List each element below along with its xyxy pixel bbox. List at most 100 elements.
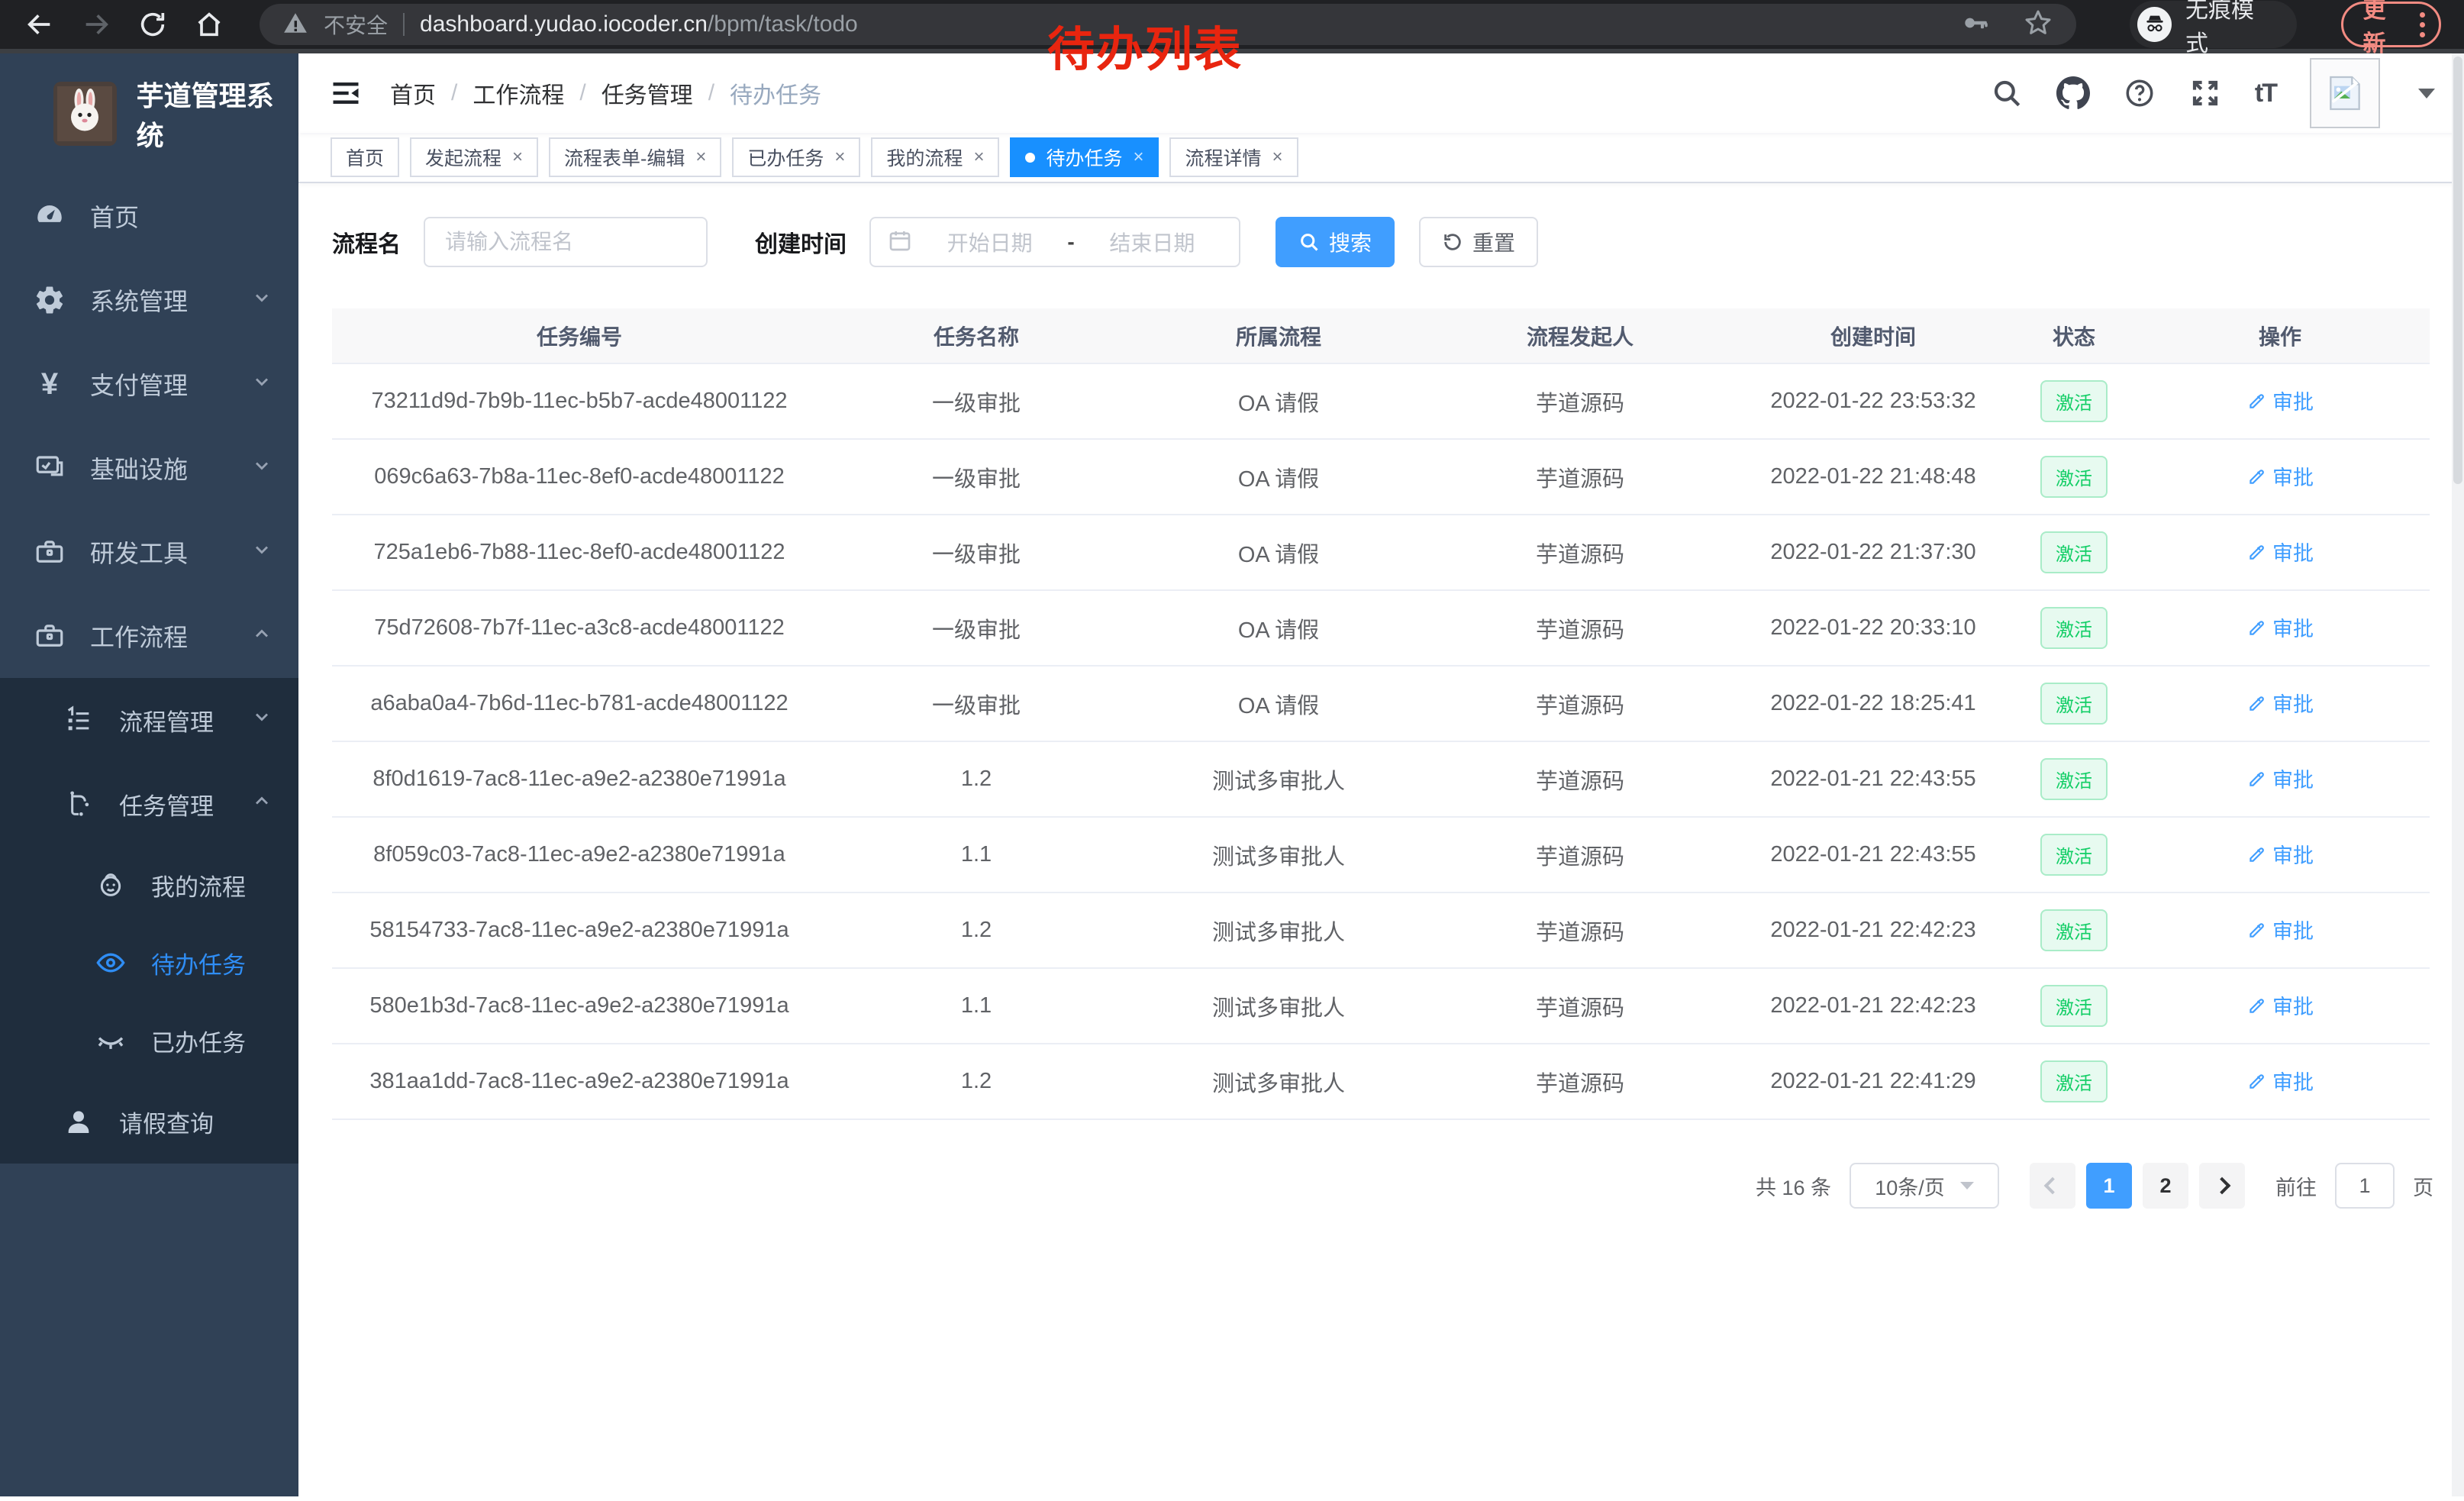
scrollbar[interactable]	[2452, 53, 2464, 1496]
tab-form-edit[interactable]: 流程表单-编辑×	[549, 137, 721, 177]
chevron-up-icon	[251, 790, 273, 818]
page-button-1[interactable]: 1	[2086, 1163, 2132, 1209]
tab-todo-tasks[interactable]: 待办任务×	[1010, 137, 1159, 177]
tab-start-process[interactable]: 发起流程×	[410, 137, 538, 177]
cell-status: 激活	[2017, 1044, 2130, 1119]
security-label[interactable]: 不安全	[324, 9, 388, 40]
github-icon[interactable]	[2056, 76, 2090, 110]
saved-password-key-icon[interactable]	[1960, 8, 1989, 41]
avatar-caret-icon[interactable]	[2418, 89, 2435, 98]
approve-link[interactable]: 审批	[2246, 763, 2314, 793]
breadcrumb-task-mgmt[interactable]: 任务管理	[601, 76, 693, 110]
approve-link[interactable]: 审批	[2246, 1066, 2314, 1096]
sidebar-item-home[interactable]: 首页	[0, 174, 298, 258]
cell-id: 58154733-7ac8-11ec-a9e2-a2380e71991a	[332, 893, 827, 968]
close-icon[interactable]: ×	[1272, 147, 1283, 168]
close-icon[interactable]: ×	[512, 147, 523, 168]
bookmark-star-icon[interactable]	[2023, 8, 2053, 42]
sidebar-item-my-process[interactable]: 我的流程	[0, 846, 298, 924]
url-text[interactable]: dashboard.yudao.iocoder.cn/bpm/task/todo	[420, 11, 858, 37]
sidebar-item-task-mgmt[interactable]: 任务管理	[0, 762, 298, 846]
sidebar-item-process-mgmt[interactable]: 流程管理	[0, 678, 298, 762]
page-button-2[interactable]: 2	[2143, 1163, 2188, 1209]
browser-menu-icon[interactable]	[2420, 12, 2425, 37]
search-button[interactable]: 搜索	[1276, 217, 1395, 267]
fullscreen-icon[interactable]	[2189, 77, 2221, 109]
page-size-select[interactable]: 10条/页	[1850, 1163, 1999, 1209]
close-icon[interactable]: ×	[1133, 147, 1143, 168]
breadcrumb-workflow[interactable]: 工作流程	[472, 76, 564, 110]
main-content: 首页 / 工作流程 / 任务管理 / 待办任务	[298, 53, 2464, 1496]
col-actions: 操作	[2130, 308, 2430, 363]
sidebar-item-devtools[interactable]: 研发工具	[0, 510, 298, 594]
avatar[interactable]	[2310, 58, 2380, 128]
cell-created: 2022-01-22 18:25:41	[1729, 666, 2017, 741]
cell-name: 1.2	[827, 893, 1126, 968]
tab-home[interactable]: 首页	[331, 137, 399, 177]
eye-open-icon	[95, 947, 127, 979]
sidebar-item-todo-tasks[interactable]: 待办任务	[0, 924, 298, 1002]
tab-done-tasks[interactable]: 已办任务×	[732, 137, 860, 177]
cell-process: OA 请假	[1126, 363, 1431, 439]
approve-link[interactable]: 审批	[2246, 612, 2314, 642]
goto-page-input[interactable]	[2335, 1163, 2395, 1209]
start-date-placeholder: 开始日期	[920, 227, 1059, 257]
search-icon[interactable]	[1991, 77, 2023, 109]
browser-reload-icon[interactable]	[136, 8, 169, 41]
approve-link[interactable]: 审批	[2246, 990, 2314, 1020]
prev-page-button[interactable]	[2030, 1163, 2075, 1209]
incognito-icon	[2137, 7, 2172, 42]
browser-forward-icon[interactable]	[79, 8, 113, 41]
approve-link[interactable]: 审批	[2246, 688, 2314, 718]
process-name-input[interactable]	[424, 217, 708, 267]
close-icon[interactable]: ×	[973, 147, 984, 168]
approve-link[interactable]: 审批	[2246, 537, 2314, 567]
table-row: 75d72608-7b7f-11ec-a3c8-acde48001122一级审批…	[332, 590, 2430, 666]
cell-status: 激活	[2017, 363, 2130, 439]
browser-home-icon[interactable]	[192, 8, 226, 41]
sidebar-item-system[interactable]: 系统管理	[0, 258, 298, 342]
close-icon[interactable]: ×	[834, 147, 845, 168]
browser-back-icon[interactable]	[23, 8, 56, 41]
update-button[interactable]: 更新	[2341, 2, 2441, 47]
date-range-picker[interactable]: 开始日期 - 结束日期	[869, 217, 1240, 267]
cell-process: 测试多审批人	[1126, 1044, 1431, 1119]
approve-link[interactable]: 审批	[2246, 839, 2314, 869]
next-page-button[interactable]	[2199, 1163, 2245, 1209]
cell-name: 一级审批	[827, 515, 1126, 590]
sidebar-item-workflow[interactable]: 工作流程	[0, 594, 298, 678]
workflow-submenu: 流程管理 任务管理 我的流程	[0, 678, 298, 1164]
close-icon[interactable]: ×	[695, 147, 706, 168]
sidebar-item-payment[interactable]: ¥ 支付管理	[0, 342, 298, 426]
app-logo[interactable]: 芋道管理系统	[0, 53, 298, 174]
tab-my-process[interactable]: 我的流程×	[871, 137, 999, 177]
tree-icon	[63, 788, 95, 820]
cell-process: OA 请假	[1126, 515, 1431, 590]
sidebar-item-done-tasks[interactable]: 已办任务	[0, 1002, 298, 1080]
breadcrumb-home[interactable]: 首页	[390, 76, 436, 110]
sidebar-item-leave-query[interactable]: 请假查询	[0, 1080, 298, 1164]
chevron-up-icon	[251, 622, 273, 650]
warning-icon[interactable]	[282, 10, 308, 40]
help-icon[interactable]	[2124, 77, 2156, 109]
cell-actions: 审批	[2130, 363, 2430, 439]
cell-status: 激活	[2017, 666, 2130, 741]
address-bar[interactable]: 不安全 dashboard.yudao.iocoder.cn/bpm/task/…	[260, 4, 2076, 45]
monitor-icon	[34, 452, 66, 484]
sidebar-collapse-icon[interactable]	[329, 76, 363, 110]
chevron-down-icon	[1960, 1182, 1974, 1190]
sidebar-item-infra[interactable]: 基础设施	[0, 426, 298, 510]
status-badge: 激活	[2040, 909, 2108, 951]
font-size-icon[interactable]: tT	[2255, 79, 2276, 108]
status-badge: 激活	[2040, 985, 2108, 1027]
approve-link[interactable]: 审批	[2246, 915, 2314, 944]
range-separator: -	[1067, 230, 1074, 254]
table-row: 8f059c03-7ac8-11ec-a9e2-a2380e71991a1.1测…	[332, 817, 2430, 893]
tab-process-detail[interactable]: 流程详情×	[1169, 137, 1298, 177]
list-icon	[63, 704, 95, 736]
chevron-down-icon	[251, 538, 273, 567]
calendar-icon	[888, 228, 912, 257]
approve-link[interactable]: 审批	[2246, 461, 2314, 491]
approve-link[interactable]: 审批	[2246, 386, 2314, 415]
reset-button[interactable]: 重置	[1419, 217, 1538, 267]
